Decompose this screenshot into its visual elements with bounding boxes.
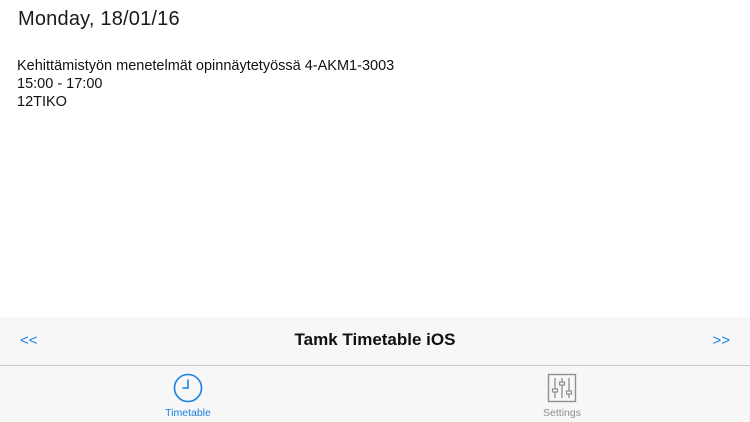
next-day-button[interactable]: >> — [712, 332, 730, 349]
tab-settings[interactable]: Settings — [502, 372, 622, 419]
nav-title: Tamk Timetable iOS — [294, 330, 456, 349]
event-item[interactable]: Kehittämistyön menetelmät opinnäytetyöss… — [17, 57, 394, 111]
timetable-screen: Monday, 18/01/16 Kehittämistyön menetelm… — [0, 0, 750, 422]
event-title: Kehittämistyön menetelmät opinnäytetyöss… — [17, 58, 395, 74]
event-time: 15:00 - 17:00 — [17, 76, 103, 92]
tab-timetable[interactable]: Timetable — [128, 372, 248, 419]
tab-timetable-label: Timetable — [165, 407, 211, 419]
tab-settings-label: Settings — [543, 407, 581, 419]
tab-bar: Timetable Settings — [0, 366, 750, 422]
navigation-bar: << Tamk Timetable iOS >> — [0, 317, 750, 366]
sliders-icon — [547, 373, 577, 403]
clock-icon — [173, 373, 203, 403]
date-header: Monday, 18/01/16 — [18, 8, 180, 30]
event-group: 12TIKO — [17, 94, 67, 110]
